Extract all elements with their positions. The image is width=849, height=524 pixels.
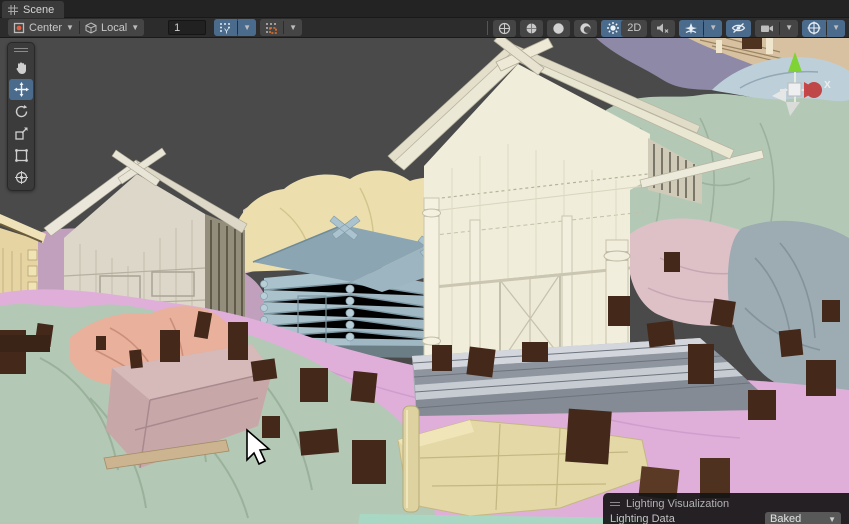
- draw-mode-shadedwire-button[interactable]: [520, 20, 543, 37]
- unlit-sphere-icon: [579, 22, 592, 35]
- rect-tool-button[interactable]: [9, 145, 33, 166]
- scene-toolbar: Center ▼ Local ▼ Y ▼: [0, 18, 849, 38]
- shaded-wire-sphere-icon: [525, 22, 538, 35]
- move-tool-button[interactable]: [9, 79, 33, 100]
- orientation-mode-button[interactable]: Local ▼: [80, 19, 144, 36]
- shaded-sphere-icon: [552, 22, 565, 35]
- tab-scene-label: Scene: [23, 4, 54, 16]
- hand-tool-button[interactable]: [9, 57, 33, 78]
- chevron-down-icon: ▼: [832, 24, 840, 32]
- gizmos-toggle-button[interactable]: [802, 20, 826, 37]
- scene-render: X: [0, 38, 849, 524]
- increment-snap-dropdown[interactable]: ▼: [284, 19, 302, 36]
- rotate-tool-icon: [14, 104, 29, 119]
- gizmo-sphere-icon: [807, 21, 821, 35]
- toggle-2d-label: 2D: [627, 22, 641, 34]
- rect-tool-icon: [14, 148, 29, 163]
- chevron-down-icon: ▼: [66, 24, 74, 32]
- scale-tool-icon: [14, 126, 29, 141]
- grid-visibility-dropdown[interactable]: ▼: [238, 19, 256, 36]
- speaker-muted-icon: [656, 22, 670, 34]
- chevron-down-icon: ▼: [289, 24, 297, 32]
- grid-snap-group: Y ▼: [214, 19, 256, 36]
- pivot-mode-button[interactable]: Center ▼: [8, 19, 79, 36]
- wire-sphere-icon: [498, 22, 511, 35]
- toggle-2d-button[interactable]: 2D: [621, 20, 647, 37]
- increment-snap-button[interactable]: [260, 19, 283, 36]
- drag-handle-icon: [610, 502, 620, 506]
- draw-mode-shaded-button[interactable]: [547, 20, 570, 37]
- effects-group: ▼: [679, 20, 722, 37]
- grid-visibility-button[interactable]: Y: [214, 19, 237, 36]
- orientation-mode-label: Local: [101, 22, 127, 34]
- gizmo-x-label: X: [824, 80, 831, 91]
- move-tool-icon: [14, 82, 29, 97]
- gizmos-group: ▼: [802, 20, 845, 37]
- eye-slash-icon: [731, 22, 746, 34]
- chevron-down-icon: ▼: [828, 515, 836, 524]
- gizmo-center-cube[interactable]: [788, 83, 801, 96]
- hand-tool-icon: [14, 61, 28, 75]
- grid-axis-label: Y: [224, 26, 229, 34]
- tab-strip: Scene: [0, 0, 849, 18]
- tool-rail-handle[interactable]: [9, 44, 33, 56]
- rotate-tool-button[interactable]: [9, 101, 33, 122]
- camera-settings-group: ▼: [755, 20, 798, 37]
- tab-scene[interactable]: Scene: [2, 1, 64, 18]
- chevron-down-icon: ▼: [785, 24, 793, 32]
- tool-rail: [7, 42, 35, 191]
- draw-mode-unlit-button[interactable]: [574, 20, 597, 37]
- chevron-down-icon: ▼: [243, 24, 251, 32]
- cube-icon: [85, 22, 97, 34]
- camera-settings-button[interactable]: [755, 20, 779, 37]
- scene-viewport[interactable]: X: [0, 38, 849, 524]
- transform-tool-button[interactable]: [9, 167, 33, 188]
- unity-scene-view-window: Scene Center ▼ Local ▼: [0, 0, 849, 524]
- camera-settings-dropdown[interactable]: ▼: [780, 20, 798, 37]
- lighting-data-label: Lighting Data: [610, 513, 675, 524]
- grid-snap-icon: Y: [219, 22, 232, 34]
- lighting-data-dropdown[interactable]: Baked ▼: [765, 512, 841, 524]
- effects-dropdown[interactable]: ▼: [704, 20, 722, 37]
- tool-settings-group: Center ▼ Local ▼: [8, 19, 144, 36]
- chevron-down-icon: ▼: [709, 24, 717, 32]
- grid-icon: [8, 5, 18, 15]
- lighting-visualization-panel: Lighting Visualization Lighting Data Bak…: [603, 493, 849, 524]
- transform-tool-icon: [14, 170, 29, 185]
- effects-toggle-button[interactable]: [679, 20, 703, 37]
- sun-icon: [606, 21, 620, 35]
- lighting-data-row: Lighting Data Baked ▼: [610, 511, 841, 524]
- increment-snap-group: ▼: [260, 19, 302, 36]
- pivot-icon: [13, 22, 25, 34]
- draw-mode-wireframe-button[interactable]: [493, 20, 516, 37]
- audio-toggle-button[interactable]: [651, 20, 675, 37]
- effects-icon: [684, 22, 698, 35]
- scene-visibility-button[interactable]: [726, 20, 751, 37]
- snap-increment-field[interactable]: [168, 20, 206, 35]
- scale-tool-button[interactable]: [9, 123, 33, 144]
- lighting-panel-header[interactable]: Lighting Visualization: [610, 496, 841, 511]
- gizmos-dropdown[interactable]: ▼: [827, 20, 845, 37]
- lighting-panel-title: Lighting Visualization: [626, 498, 729, 510]
- increment-snap-icon: [265, 22, 278, 34]
- pivot-mode-label: Center: [29, 22, 62, 34]
- lighting-data-value: Baked: [770, 513, 801, 524]
- camera-icon: [760, 23, 774, 34]
- chevron-down-icon: ▼: [131, 24, 139, 32]
